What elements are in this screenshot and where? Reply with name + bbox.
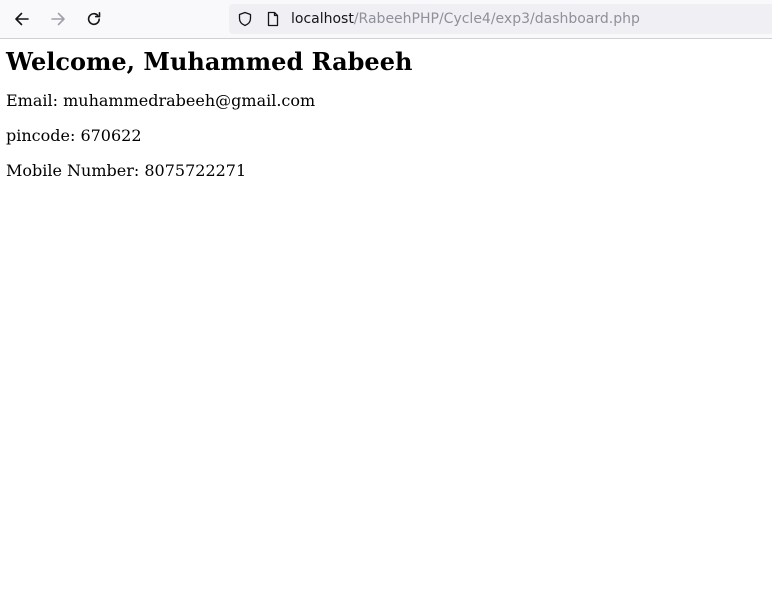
page-content: Welcome, Muhammed Rabeeh Email: muhammed… <box>0 47 772 180</box>
reload-button[interactable] <box>80 5 108 33</box>
reload-icon <box>87 12 101 26</box>
back-button[interactable] <box>8 5 36 33</box>
pincode-line: pincode: 670622 <box>6 126 142 145</box>
shield-icon[interactable] <box>237 11 253 27</box>
url-host: localhost <box>291 11 354 27</box>
email-line: Email: muhammedrabeeh@gmail.com <box>6 91 316 110</box>
arrow-right-icon <box>51 12 65 26</box>
url-bar[interactable]: localhost/RabeehPHP/Cycle4/exp3/dashboar… <box>229 4 772 34</box>
url-text[interactable]: localhost/RabeehPHP/Cycle4/exp3/dashboar… <box>291 10 640 28</box>
url-path: /RabeehPHP/Cycle4/exp3/dashboard.php <box>353 11 640 27</box>
forward-button[interactable] <box>44 5 72 33</box>
page-icon[interactable] <box>265 11 281 27</box>
browser-toolbar: localhost/RabeehPHP/Cycle4/exp3/dashboar… <box>0 0 772 39</box>
welcome-heading: Welcome, Muhammed Rabeeh <box>6 47 413 76</box>
arrow-left-icon <box>15 12 29 26</box>
mobile-line: Mobile Number: 8075722271 <box>6 161 247 180</box>
